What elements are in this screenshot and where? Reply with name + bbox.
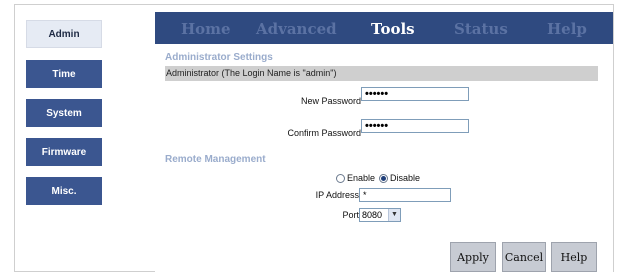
main-content: Administrator Settings Administrator (Th… bbox=[155, 44, 613, 272]
sidebar-item-firmware[interactable]: Firmware bbox=[26, 138, 102, 166]
sidebar-item-misc[interactable]: Misc. bbox=[26, 177, 102, 205]
ip-address-field[interactable] bbox=[359, 188, 451, 202]
tab-help[interactable]: Help bbox=[547, 12, 587, 44]
disable-radio[interactable] bbox=[379, 173, 389, 183]
confirm-password-label: Confirm Password bbox=[287, 128, 361, 138]
admin-login-info: Administrator (The Login Name is "admin"… bbox=[165, 66, 598, 81]
port-label: Port bbox=[342, 210, 359, 220]
enable-radio-label: Enable bbox=[347, 173, 376, 183]
ip-address-label: IP Address bbox=[315, 190, 359, 200]
tab-status[interactable]: Status bbox=[454, 12, 508, 44]
tab-advanced[interactable]: Advanced bbox=[256, 12, 337, 44]
confirm-password-field[interactable] bbox=[361, 119, 469, 133]
top-nav: Home Advanced Tools Status Help bbox=[155, 12, 613, 44]
new-password-field[interactable] bbox=[361, 87, 469, 101]
sidebar-item-label: System bbox=[46, 107, 82, 119]
port-select[interactable]: 8080 ▼ bbox=[359, 208, 401, 222]
help-button[interactable]: Help bbox=[551, 242, 597, 272]
sidebar-item-label: Misc. bbox=[51, 185, 77, 197]
cancel-button-label: Cancel bbox=[504, 250, 544, 264]
sidebar-item-admin[interactable]: Admin bbox=[26, 20, 102, 48]
sidebar-item-time[interactable]: Time bbox=[26, 60, 102, 88]
help-button-label: Help bbox=[560, 250, 588, 264]
sidebar-item-label: Time bbox=[52, 68, 76, 80]
administrator-settings-heading: Administrator Settings bbox=[165, 52, 273, 63]
port-select-value: 8080 bbox=[362, 210, 383, 220]
disable-radio-label: Disable bbox=[390, 173, 421, 183]
new-password-label: New Password bbox=[300, 96, 361, 106]
remote-management-radio-group: Enable Disable bbox=[336, 173, 420, 183]
radio-selected-dot bbox=[381, 175, 387, 181]
sidebar-item-system[interactable]: System bbox=[26, 99, 102, 127]
tab-tools[interactable]: Tools bbox=[371, 12, 415, 44]
chevron-down-icon: ▼ bbox=[388, 209, 400, 221]
sidebar-item-label: Firmware bbox=[41, 146, 87, 158]
remote-management-heading: Remote Management bbox=[165, 154, 266, 165]
enable-radio[interactable] bbox=[336, 173, 345, 183]
cancel-button[interactable]: Cancel bbox=[502, 242, 546, 272]
apply-button-label: Apply bbox=[457, 250, 489, 264]
sidebar-item-label: Admin bbox=[48, 28, 80, 40]
apply-button[interactable]: Apply bbox=[450, 242, 496, 272]
tab-home[interactable]: Home bbox=[181, 12, 231, 44]
